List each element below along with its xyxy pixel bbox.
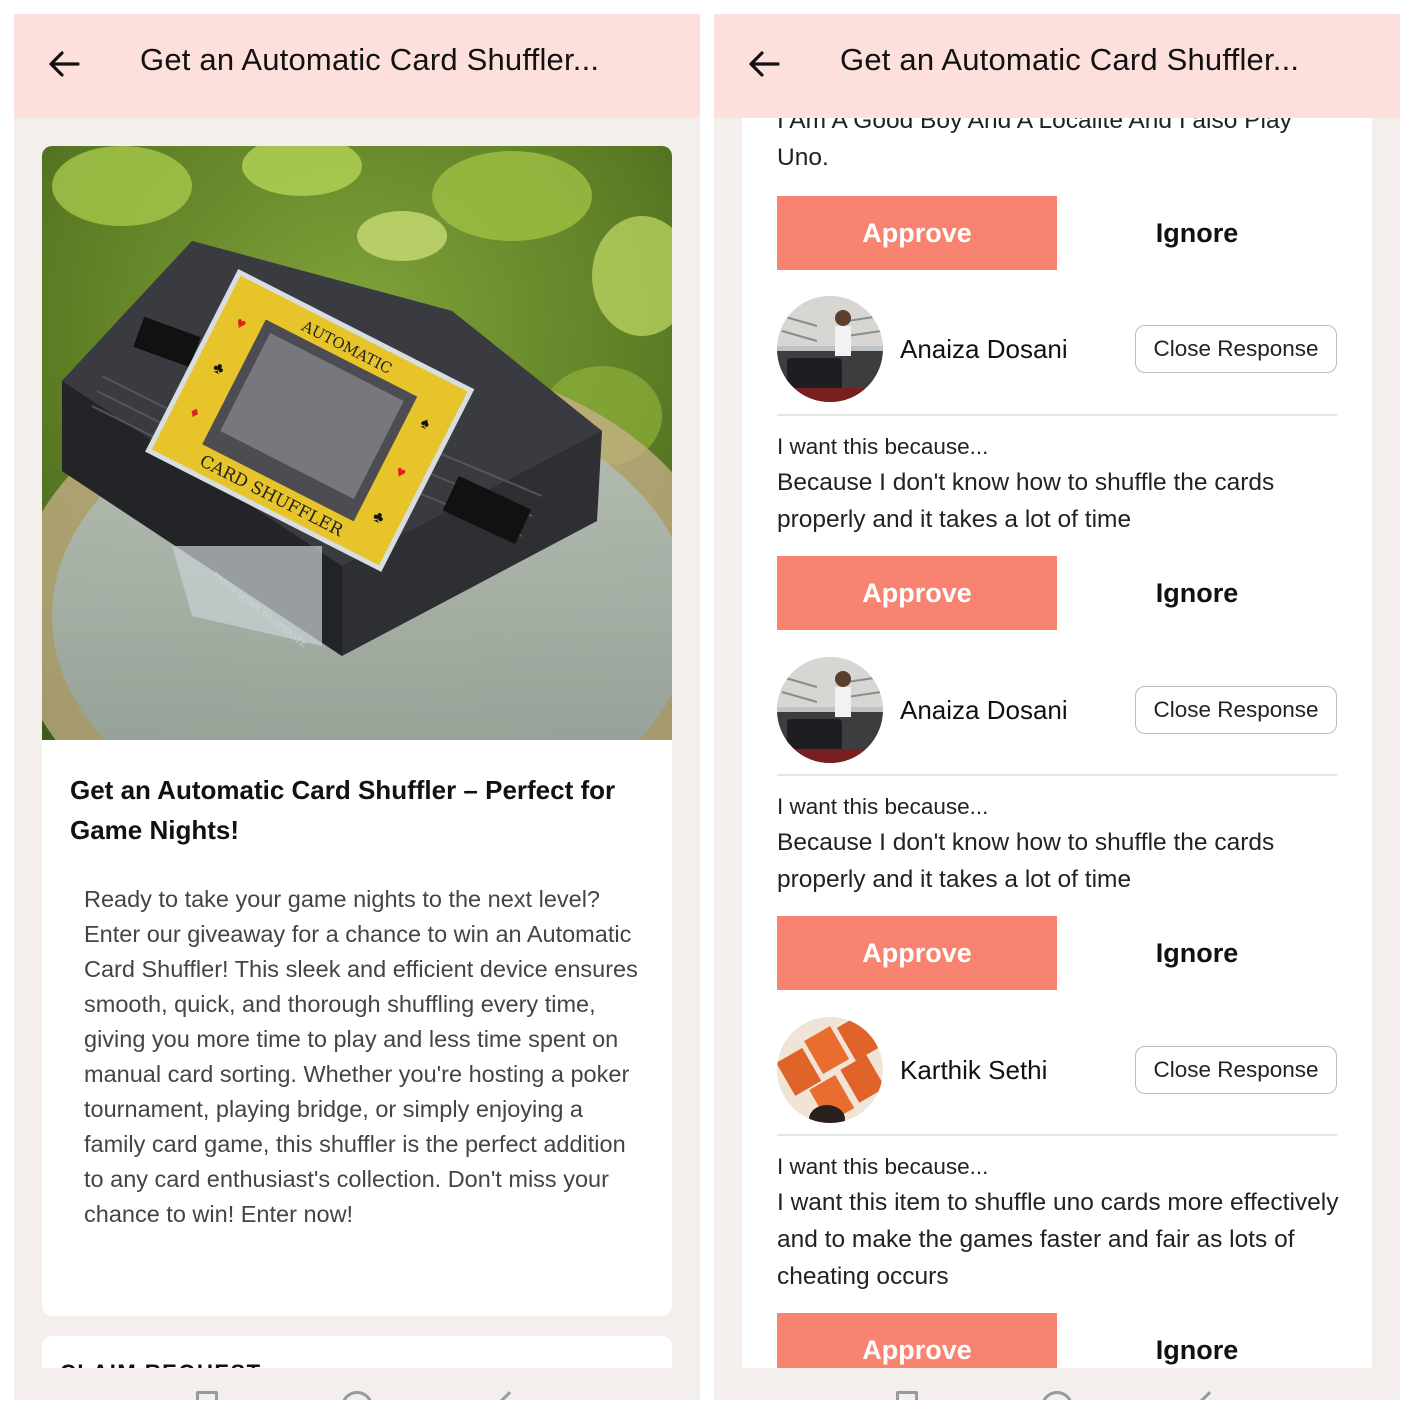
approve-button[interactable]: Approve (777, 196, 1057, 270)
avatar (777, 1017, 883, 1123)
close-response-button[interactable]: Close Response (1135, 686, 1337, 734)
user-name: Karthik Sethi (900, 1055, 1048, 1085)
app-bar: Get an Automatic Card Shuffler... (14, 14, 700, 118)
nav-recents-icon[interactable] (896, 1391, 918, 1400)
ignore-button[interactable]: Ignore (1134, 556, 1260, 630)
ignore-button[interactable]: Ignore (1134, 916, 1260, 990)
response-reason: Because I don't know how to shuffle the … (777, 829, 1275, 893)
nav-back-icon[interactable] (499, 1391, 519, 1400)
giveaway-title: Get an Automatic Card Shuffler – Perfect… (70, 775, 616, 845)
response-reason: I Am A Good Boy And A Localite And I als… (777, 118, 1292, 171)
nav-home-icon[interactable] (1041, 1391, 1073, 1400)
approve-button[interactable]: Approve (777, 916, 1057, 990)
divider (777, 774, 1337, 776)
system-nav-bar (714, 1368, 1400, 1400)
page-title: Get an Automatic Card Shuffler... (140, 42, 600, 77)
claim-request-title: CLAIM REQUEST (60, 1360, 262, 1368)
want-label: I want this because... (777, 1154, 989, 1179)
close-response-button[interactable]: Close Response (1135, 1046, 1337, 1094)
nav-recents-icon[interactable] (196, 1391, 218, 1400)
system-nav-bar (14, 1368, 700, 1400)
nav-back-icon[interactable] (1199, 1391, 1219, 1400)
close-response-button[interactable]: Close Response (1135, 325, 1337, 373)
right-screen: Get an Automatic Card Shuffler... I Am A… (714, 14, 1400, 1400)
response-reason: I want this item to shuffle uno cards mo… (777, 1189, 1339, 1290)
avatar (777, 296, 883, 402)
giveaway-card: AUTOMATIC CARD SHUFFLER ♥ ♣ ♦ ♠ ♥ ♣ PRES… (42, 146, 672, 1316)
scroll-content[interactable]: AUTOMATIC CARD SHUFFLER ♥ ♣ ♦ ♠ ♥ ♣ PRES… (14, 118, 700, 1368)
user-name: Anaiza Dosani (900, 334, 1068, 364)
approve-button[interactable]: Approve (777, 1313, 1057, 1368)
divider (777, 414, 1337, 416)
response-user-row: Anaiza Dosani Close Response (777, 657, 1337, 763)
ignore-button[interactable]: Ignore (1134, 1313, 1260, 1368)
user-name: Anaiza Dosani (900, 695, 1068, 725)
divider (777, 1134, 1337, 1136)
want-label: I want this because... (777, 434, 989, 459)
nav-home-icon[interactable] (341, 1391, 373, 1400)
back-arrow-icon[interactable] (744, 44, 784, 84)
claim-requests-panel: I Am A Good Boy And A Localite And I als… (742, 118, 1372, 1368)
page-title: Get an Automatic Card Shuffler... (840, 42, 1300, 77)
avatar (777, 657, 883, 763)
product-photo: AUTOMATIC CARD SHUFFLER ♥ ♣ ♦ ♠ ♥ ♣ PRES… (42, 146, 672, 740)
response-reason: Because I don't know how to shuffle the … (777, 469, 1275, 533)
response-user-row: Anaiza Dosani Close Response (777, 296, 1337, 402)
approve-button[interactable]: Approve (777, 556, 1057, 630)
left-screen: Get an Automatic Card Shuffler... AUTOMA… (14, 14, 700, 1400)
response-user-row: Karthik Sethi Close Response (777, 1017, 1337, 1123)
app-bar: Get an Automatic Card Shuffler... (714, 14, 1400, 118)
scroll-content[interactable]: I Am A Good Boy And A Localite And I als… (714, 118, 1400, 1368)
ignore-button[interactable]: Ignore (1134, 196, 1260, 270)
claim-request-card: CLAIM REQUEST (42, 1336, 672, 1368)
want-label: I want this because... (777, 794, 989, 819)
back-arrow-icon[interactable] (44, 44, 84, 84)
giveaway-description: Ready to take your game nights to the ne… (84, 886, 638, 1227)
